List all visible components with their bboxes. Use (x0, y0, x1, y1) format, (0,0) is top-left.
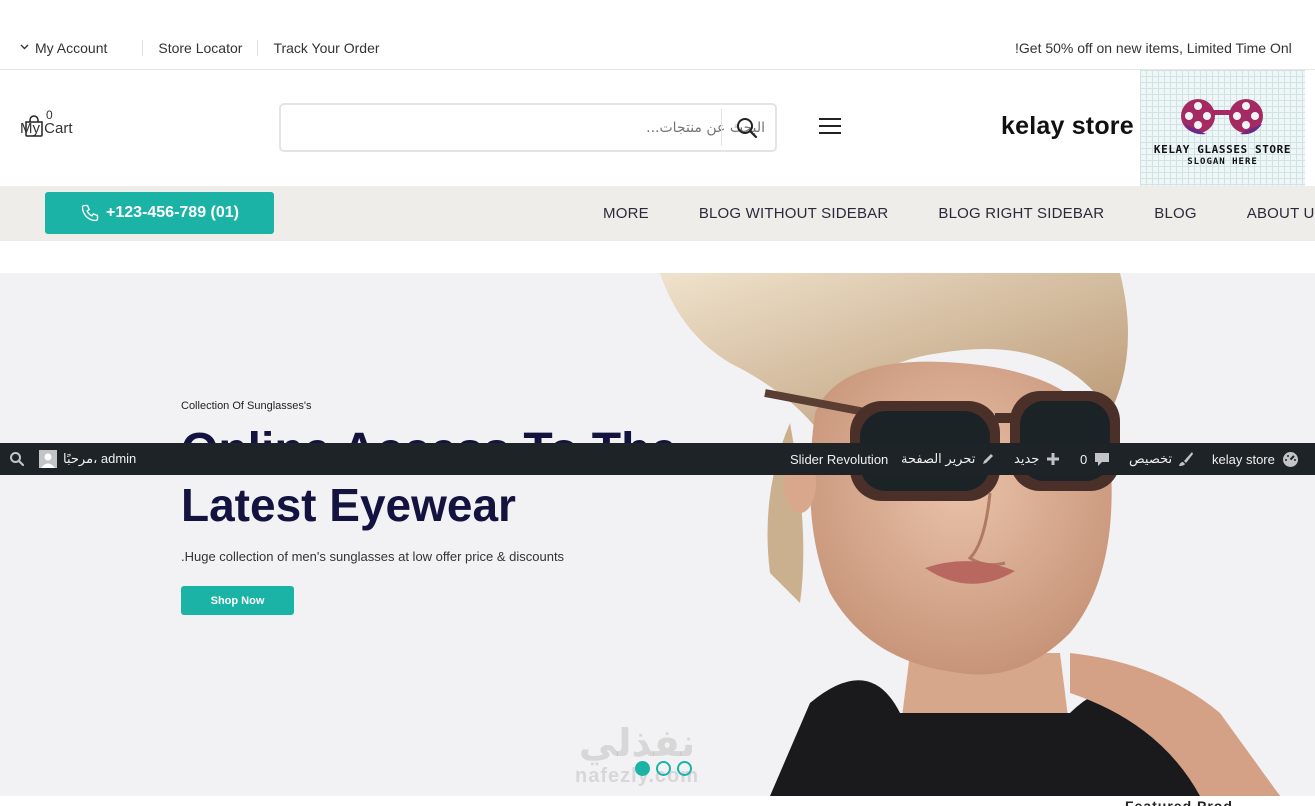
brand-name[interactable]: kelay store (1001, 112, 1134, 141)
hero-eyebrow: Collection Of Sunglasses's (181, 400, 312, 412)
admin-new[interactable]: جديد (1014, 443, 1060, 475)
store-locator-link[interactable]: Store Locator (142, 40, 257, 56)
hero-slider: Collection Of Sunglasses's Online Access… (0, 273, 1315, 796)
top-bar: My Account Store Locator Track Your Orde… (0, 0, 1315, 70)
site-header: 0 My Cart kelay store KELAY (0, 70, 1315, 186)
admin-site-name[interactable]: kelay store (1212, 443, 1299, 475)
phone-number: +123-456-789 (01) (106, 204, 239, 221)
brush-icon (1179, 452, 1194, 466)
wp-admin-bar: مرحبًا، admin Slider Revolution تحرير ال… (0, 443, 1315, 475)
search-icon (10, 452, 25, 467)
nav-item-blog-right-sidebar[interactable]: BLOG RIGHT SIDEBAR (938, 205, 1104, 222)
model-photo (640, 273, 1315, 796)
bottom-strip: Featured Prod (0, 796, 1315, 806)
watermark-arabic: نفذلي (578, 721, 696, 765)
admin-edit-label: تحرير الصفحة (901, 451, 976, 466)
admin-site-label: kelay store (1212, 451, 1275, 467)
comment-icon (1095, 453, 1110, 466)
phone-button[interactable]: +123-456-789 (01) (45, 192, 274, 234)
nav-item-about-us[interactable]: ABOUT US (1247, 205, 1315, 222)
admin-comments-count: 0 (1080, 451, 1088, 467)
logo-slogan: SLOGAN HERE (1187, 157, 1258, 167)
search-divider (721, 109, 722, 146)
avatar (39, 450, 57, 468)
promo-text: !Get 50% off on new items, Limited Time … (1015, 40, 1292, 56)
admin-customize-label: تخصيص (1129, 451, 1173, 466)
search-input[interactable] (325, 105, 765, 150)
admin-search[interactable] (9, 443, 25, 475)
my-account-label: My Account (35, 40, 108, 56)
search-box (279, 103, 777, 152)
admin-customize[interactable]: تخصيص (1129, 443, 1194, 475)
logo-title: KELAY GLASSES STORE (1153, 143, 1292, 156)
menu-icon[interactable] (819, 118, 841, 136)
nav-item-more[interactable]: MORE (603, 205, 649, 222)
slider-dot-1[interactable] (635, 761, 650, 776)
main-navigation: +123-456-789 (01) MORE BLOG WITHOUT SIDE… (0, 186, 1315, 241)
hero-description: .Huge collection of men's sunglasses at … (181, 549, 565, 564)
hero-headline-line2: Latest Eyewear (181, 479, 516, 531)
cart-button[interactable]: 0 My Cart (20, 108, 100, 148)
admin-new-label: جديد (1014, 451, 1040, 466)
nav-item-blog-without-sidebar[interactable]: BLOG WITHOUT SIDEBAR (699, 205, 889, 222)
featured-products-heading: Featured Prod (1125, 798, 1233, 806)
cart-label: My Cart (20, 120, 73, 137)
slider-dot-2[interactable] (656, 761, 671, 776)
dashboard-icon (1282, 451, 1298, 467)
admin-account[interactable]: مرحبًا، admin (39, 443, 136, 475)
slider-dots (635, 761, 698, 776)
admin-greeting: مرحبًا، admin (63, 451, 137, 466)
store-logo[interactable]: KELAY GLASSES STORE SLOGAN HERE (1140, 70, 1305, 186)
top-links: My Account Store Locator Track Your Orde… (20, 40, 395, 56)
shop-now-button[interactable]: Shop Now (181, 586, 294, 615)
nav-menu: MORE BLOG WITHOUT SIDEBAR BLOG RIGHT SID… (603, 186, 1315, 241)
glasses-reel-icon (1181, 99, 1263, 135)
slider-dot-3[interactable] (677, 761, 692, 776)
my-account-link[interactable]: My Account (20, 40, 142, 56)
nav-item-blog[interactable]: BLOG (1154, 205, 1196, 222)
admin-comments[interactable]: 0 (1080, 443, 1110, 475)
plus-icon (1047, 453, 1060, 465)
pencil-icon (983, 454, 994, 464)
chevron-down-icon (20, 42, 29, 53)
admin-slider-revolution[interactable]: Slider Revolution (790, 443, 888, 475)
watermark: نفذلي nafezly.com (575, 721, 699, 788)
search-icon[interactable] (736, 117, 758, 139)
admin-edit-page[interactable]: تحرير الصفحة (901, 443, 995, 475)
phone-icon (81, 204, 99, 222)
track-order-link[interactable]: Track Your Order (257, 40, 394, 56)
